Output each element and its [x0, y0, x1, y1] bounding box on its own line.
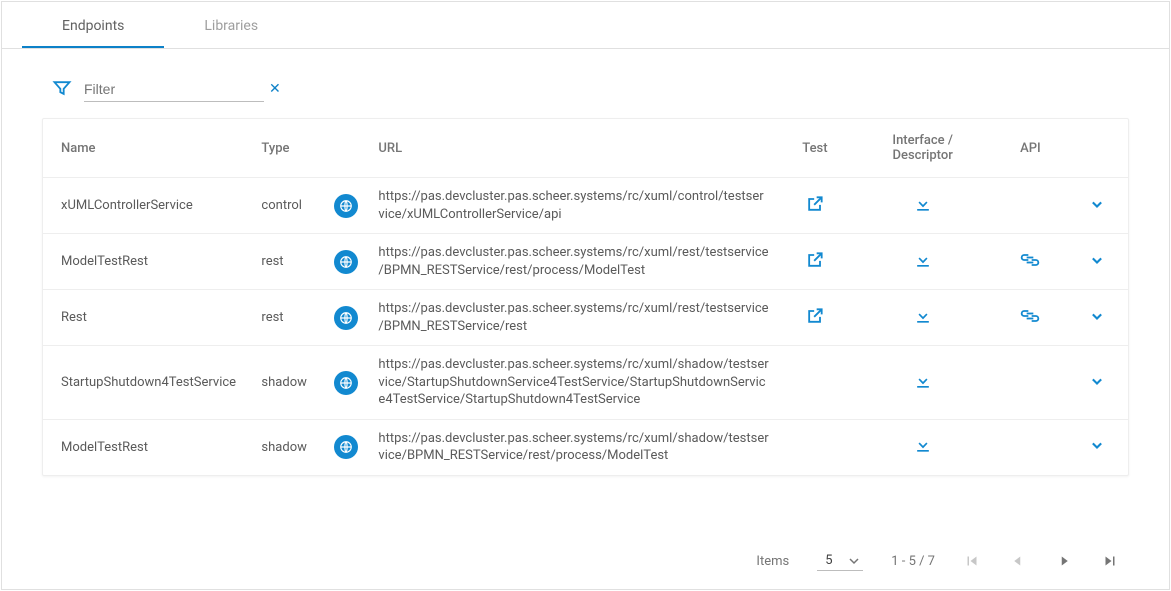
table-header-row: Name Type URL Test Interface / Descripto…: [43, 119, 1128, 178]
tab-libraries[interactable]: Libraries: [164, 2, 298, 48]
download-descriptor-icon[interactable]: [913, 250, 933, 270]
next-page-button[interactable]: [1055, 552, 1073, 570]
tab-endpoints[interactable]: Endpoints: [22, 2, 164, 48]
filter-row: ✕: [2, 49, 1169, 118]
page-range: 1 - 5 / 7: [891, 554, 935, 569]
download-descriptor-icon[interactable]: [913, 371, 933, 391]
table-row: ModelTestRestrest https://pas.devcluster.…: [43, 234, 1128, 290]
last-page-button[interactable]: [1101, 552, 1119, 570]
open-test-icon[interactable]: [805, 250, 825, 270]
tab-bar: Endpoints Libraries: [2, 2, 1169, 49]
cell-name: xUMLControllerService: [43, 178, 251, 234]
first-page-button[interactable]: [963, 552, 981, 570]
clear-filter-icon[interactable]: ✕: [265, 81, 285, 97]
cell-url: https://pas.devcluster.pas.scheer.system…: [378, 300, 769, 335]
col-interface[interactable]: Interface / Descriptor: [851, 119, 995, 178]
cell-name: ModelTestRest: [43, 234, 251, 290]
cell-name: ModelTestRest: [43, 419, 251, 475]
download-descriptor-icon[interactable]: [913, 435, 933, 455]
cell-type: rest: [251, 234, 323, 290]
download-descriptor-icon[interactable]: [913, 306, 933, 326]
cell-type: rest: [251, 290, 323, 346]
items-label: Items: [756, 554, 789, 569]
globe-icon[interactable]: [334, 435, 358, 459]
globe-icon[interactable]: [334, 250, 358, 274]
col-type[interactable]: Type: [251, 119, 323, 178]
filter-input[interactable]: [84, 77, 265, 101]
open-test-icon[interactable]: [805, 194, 825, 214]
download-descriptor-icon[interactable]: [913, 194, 933, 214]
filter-icon[interactable]: [52, 78, 72, 102]
table-row: StartupShutdown4TestServiceshadow https:/…: [43, 346, 1128, 420]
page-size-select[interactable]: 5: [817, 551, 863, 571]
prev-page-button[interactable]: [1009, 552, 1027, 570]
pagination: Items 5 1 - 5 / 7: [2, 533, 1169, 589]
expand-row-icon[interactable]: [1087, 371, 1107, 391]
cell-type: control: [251, 178, 323, 234]
endpoints-table: Name Type URL Test Interface / Descripto…: [42, 118, 1129, 476]
table-row: xUMLControllerServicecontrol https://pas.…: [43, 178, 1128, 234]
table-row: Restrest https://pas.devcluster.pas.schee…: [43, 290, 1128, 346]
col-test[interactable]: Test: [779, 119, 851, 178]
globe-icon[interactable]: [334, 306, 358, 330]
col-name[interactable]: Name: [43, 119, 251, 178]
cell-type: shadow: [251, 346, 323, 420]
col-api[interactable]: API: [995, 119, 1067, 178]
cell-name: StartupShutdown4TestService: [43, 346, 251, 420]
globe-icon[interactable]: [334, 194, 358, 218]
filter-input-wrap: ✕: [84, 77, 264, 102]
expand-row-icon[interactable]: [1087, 194, 1107, 214]
cell-url: https://pas.devcluster.pas.scheer.system…: [378, 356, 769, 409]
cell-url: https://pas.devcluster.pas.scheer.system…: [378, 430, 769, 465]
table-row: ModelTestRestshadow https://pas.devcluste…: [43, 419, 1128, 475]
expand-row-icon[interactable]: [1087, 306, 1107, 326]
cell-name: Rest: [43, 290, 251, 346]
globe-icon[interactable]: [334, 371, 358, 395]
api-link-icon[interactable]: [1020, 250, 1040, 270]
open-test-icon[interactable]: [805, 306, 825, 326]
expand-row-icon[interactable]: [1087, 250, 1107, 270]
cell-url: https://pas.devcluster.pas.scheer.system…: [378, 188, 769, 223]
app-shell: Endpoints Libraries ✕ Name Type URL Test…: [1, 1, 1170, 590]
page-size-value: 5: [825, 553, 832, 568]
col-url[interactable]: URL: [368, 119, 779, 178]
cell-type: shadow: [251, 419, 323, 475]
api-link-icon[interactable]: [1020, 306, 1040, 326]
expand-row-icon[interactable]: [1087, 435, 1107, 455]
cell-url: https://pas.devcluster.pas.scheer.system…: [378, 244, 769, 279]
